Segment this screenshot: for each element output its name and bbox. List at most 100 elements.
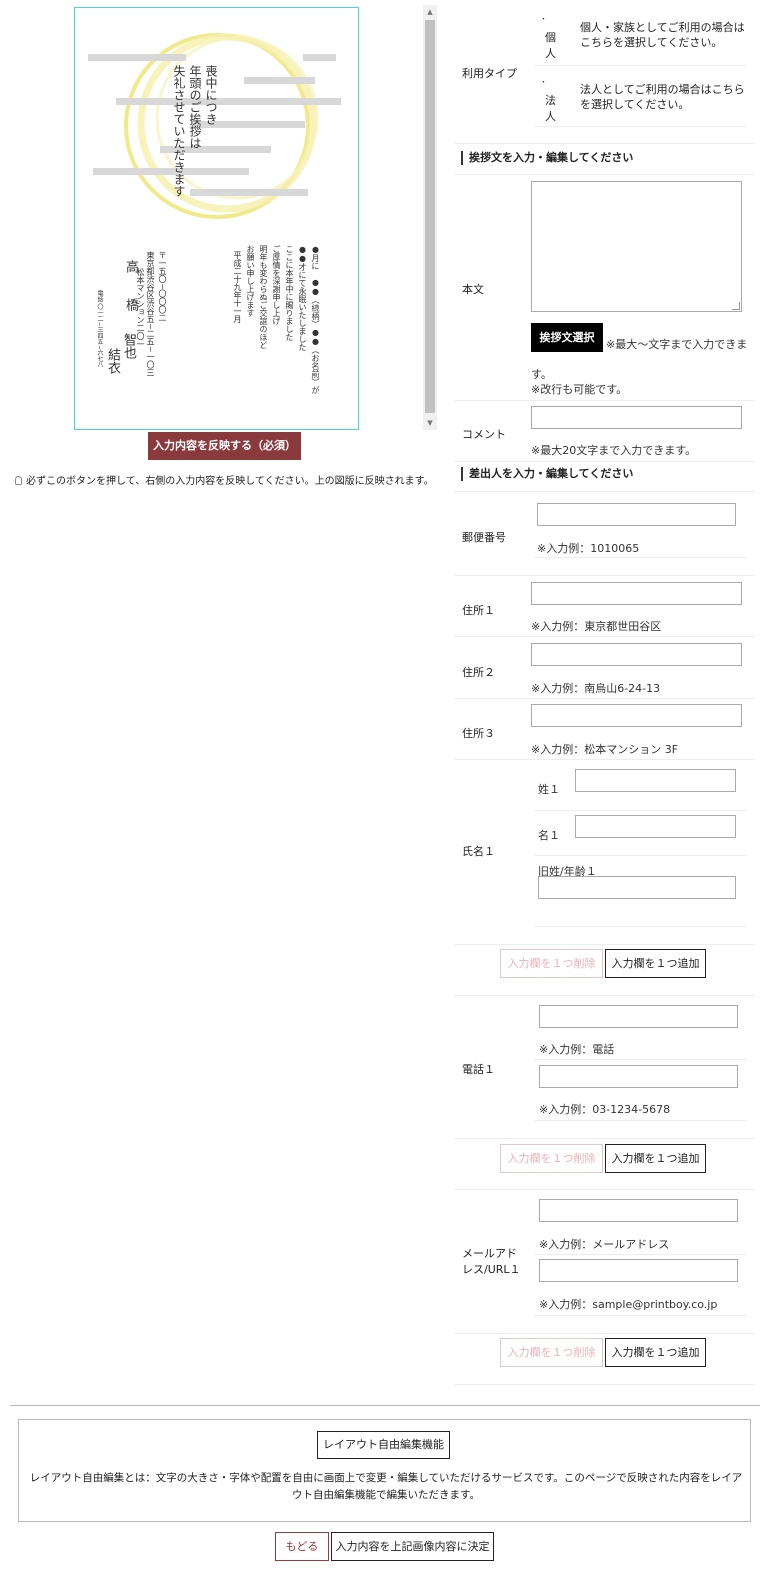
scroll-down-arrow-icon[interactable]: ▼ [423, 416, 437, 430]
preview-body-col: ●月に ●●（続柄）●●（お名前）が [311, 245, 320, 394]
delete-field-button[interactable]: 入力欄を１つ削除 [500, 1144, 603, 1173]
divider [535, 855, 747, 856]
comment-input[interactable] [531, 406, 742, 429]
usage-option-individual-desc: 個人・家族としてご利用の場合は こちらを選択してください。 [580, 20, 745, 50]
phone-number-input[interactable] [539, 1065, 738, 1088]
radio-dot-individual[interactable]: ・ [540, 14, 547, 24]
comment-label: コメント [462, 428, 506, 441]
divider [455, 1189, 755, 1190]
sender-section-heading: 差出人を入力・編集してください [461, 467, 633, 481]
phone-hint: ※入力例：電話 [539, 1043, 615, 1056]
add-field-button[interactable]: 入力欄を１つ追加 [605, 1338, 706, 1367]
divider [535, 557, 747, 558]
confirm-button[interactable]: 入力内容を上記画像内容に決定 [331, 1532, 494, 1561]
moon-illustration [124, 33, 319, 219]
divider [535, 1059, 747, 1060]
guide-bar [303, 54, 336, 61]
free-layout-description: レイアウト自由編集とは：文字の大きさ・字体や配置を自由に画面上で変更・編集してい… [29, 1472, 743, 1501]
address2-label: 住所２ [462, 666, 495, 679]
phone-label: 電話１ [462, 1063, 495, 1076]
mail-label-line: メールアド [462, 1247, 517, 1260]
divider [455, 1333, 755, 1334]
radio-dot-corporate[interactable]: ・ [540, 77, 547, 87]
reflect-input-button[interactable]: 入力内容を反映する（必須） [148, 432, 301, 460]
divider [455, 1138, 755, 1139]
address3-input[interactable] [531, 704, 742, 727]
body-label: 本文 [462, 283, 484, 296]
preview-scrollbar[interactable]: ▲ ▼ [423, 5, 437, 430]
preview-body-col: ご厚情を深謝申し上げ [272, 245, 281, 325]
reflect-notice: 必ずこのボタンを押して、右側の入力内容を反映してください。上の図版に反映されます… [15, 472, 434, 487]
address2-input[interactable] [531, 643, 742, 666]
divider [455, 636, 755, 637]
preview-given-name-2: 結衣 [105, 348, 120, 374]
divider [455, 995, 755, 996]
delete-field-button[interactable]: 入力欄を１つ削除 [500, 949, 603, 978]
preview-surname-1: 高 [123, 260, 138, 273]
desc-line: 個人・家族としてご利用の場合は [580, 21, 745, 34]
divider [535, 65, 747, 66]
divider [455, 143, 755, 144]
former-name-age-input[interactable] [538, 876, 736, 899]
divider [535, 926, 747, 927]
preview-body-col: ここに本年中に賜りました [285, 245, 294, 341]
free-layout-button[interactable]: レイアウト自由編集機能 [317, 1431, 450, 1459]
scroll-up-arrow-icon[interactable]: ▲ [423, 5, 437, 19]
preview-title-col: 年頭のご挨拶は [188, 65, 202, 149]
phone-type-input[interactable] [539, 1005, 738, 1028]
divider [455, 759, 755, 760]
postal-input[interactable] [537, 503, 736, 526]
address1-hint: ※入力例：東京都世田谷区 [531, 620, 662, 633]
usage-option-corporate[interactable]: 法人 [545, 93, 559, 125]
divider [535, 1315, 747, 1316]
usage-type-label: 利用タイプ [462, 67, 517, 80]
add-field-button[interactable]: 入力欄を１つ追加 [605, 1144, 706, 1173]
desc-line: を選択してください。 [580, 98, 690, 111]
mail-type-input[interactable] [539, 1199, 738, 1222]
preview-address-col: 東京都渋谷区渋谷五−二五−一〇三 [146, 251, 155, 377]
divider [455, 174, 755, 175]
scroll-thumb[interactable] [425, 20, 435, 413]
surname-input[interactable] [575, 769, 736, 792]
section-divider [10, 1405, 760, 1406]
comment-note: ※最大20文字まで入力できます。 [531, 444, 697, 457]
lightbulb-icon [15, 476, 22, 485]
divider [535, 126, 747, 127]
mail-hint: ※入力例：sample@printboy.co.jp [539, 1298, 718, 1311]
phone-hint: ※入力例：03-1234-5678 [539, 1103, 671, 1116]
postal-hint: ※入力例：1010065 [537, 542, 640, 555]
resize-grip-icon[interactable] [732, 302, 740, 310]
add-field-button[interactable]: 入力欄を１つ追加 [605, 949, 706, 978]
given-name-input[interactable] [575, 815, 736, 838]
greeting-section-heading: 挨拶文を入力・編集してください [461, 151, 633, 165]
preview-title-col: 失礼させていただきます [172, 65, 186, 197]
guide-bar [244, 77, 315, 84]
postal-label: 郵便番号 [462, 531, 506, 544]
mail-hint: ※入力例：メールアドレス [539, 1238, 670, 1251]
body-note: ※改行も可能です。 [531, 383, 628, 396]
divider [455, 1384, 755, 1385]
delete-field-button[interactable]: 入力欄を１つ削除 [500, 1338, 603, 1367]
preview-surname-2: 橋 [123, 298, 138, 311]
divider [535, 1120, 747, 1121]
given-name-label: 名１ [538, 829, 560, 842]
greeting-select-button[interactable]: 挨拶文選択 [531, 323, 603, 352]
usage-option-individual[interactable]: 個人 [545, 30, 559, 62]
reflect-notice-text: 必ずこのボタンを押して、右側の入力内容を反映してください。上の図版に反映されます… [26, 476, 434, 487]
mail-address-input[interactable] [539, 1259, 738, 1282]
divider [455, 575, 755, 576]
divider [455, 944, 755, 945]
usage-option-corporate-desc: 法人としてご利用の場合はこちら を選択してください。 [580, 82, 745, 112]
address1-input[interactable] [531, 582, 742, 605]
preview-body-col: 明年も変わらぬご交誼のほど [259, 245, 268, 349]
preview-title-col: 喪中につき [204, 65, 218, 125]
divider [535, 810, 747, 811]
divider [535, 1254, 747, 1255]
divider [455, 461, 755, 462]
address3-label: 住所３ [462, 727, 495, 740]
body-note: す。 [531, 368, 552, 381]
card-preview: 喪中につき 年頭のご挨拶は 失礼させていただきます ●月に ●●（続柄）●●（お… [74, 7, 359, 430]
mail-label-line: レス/URL１ [462, 1263, 521, 1276]
body-textarea[interactable] [531, 181, 742, 312]
back-button[interactable]: もどる [275, 1532, 329, 1561]
